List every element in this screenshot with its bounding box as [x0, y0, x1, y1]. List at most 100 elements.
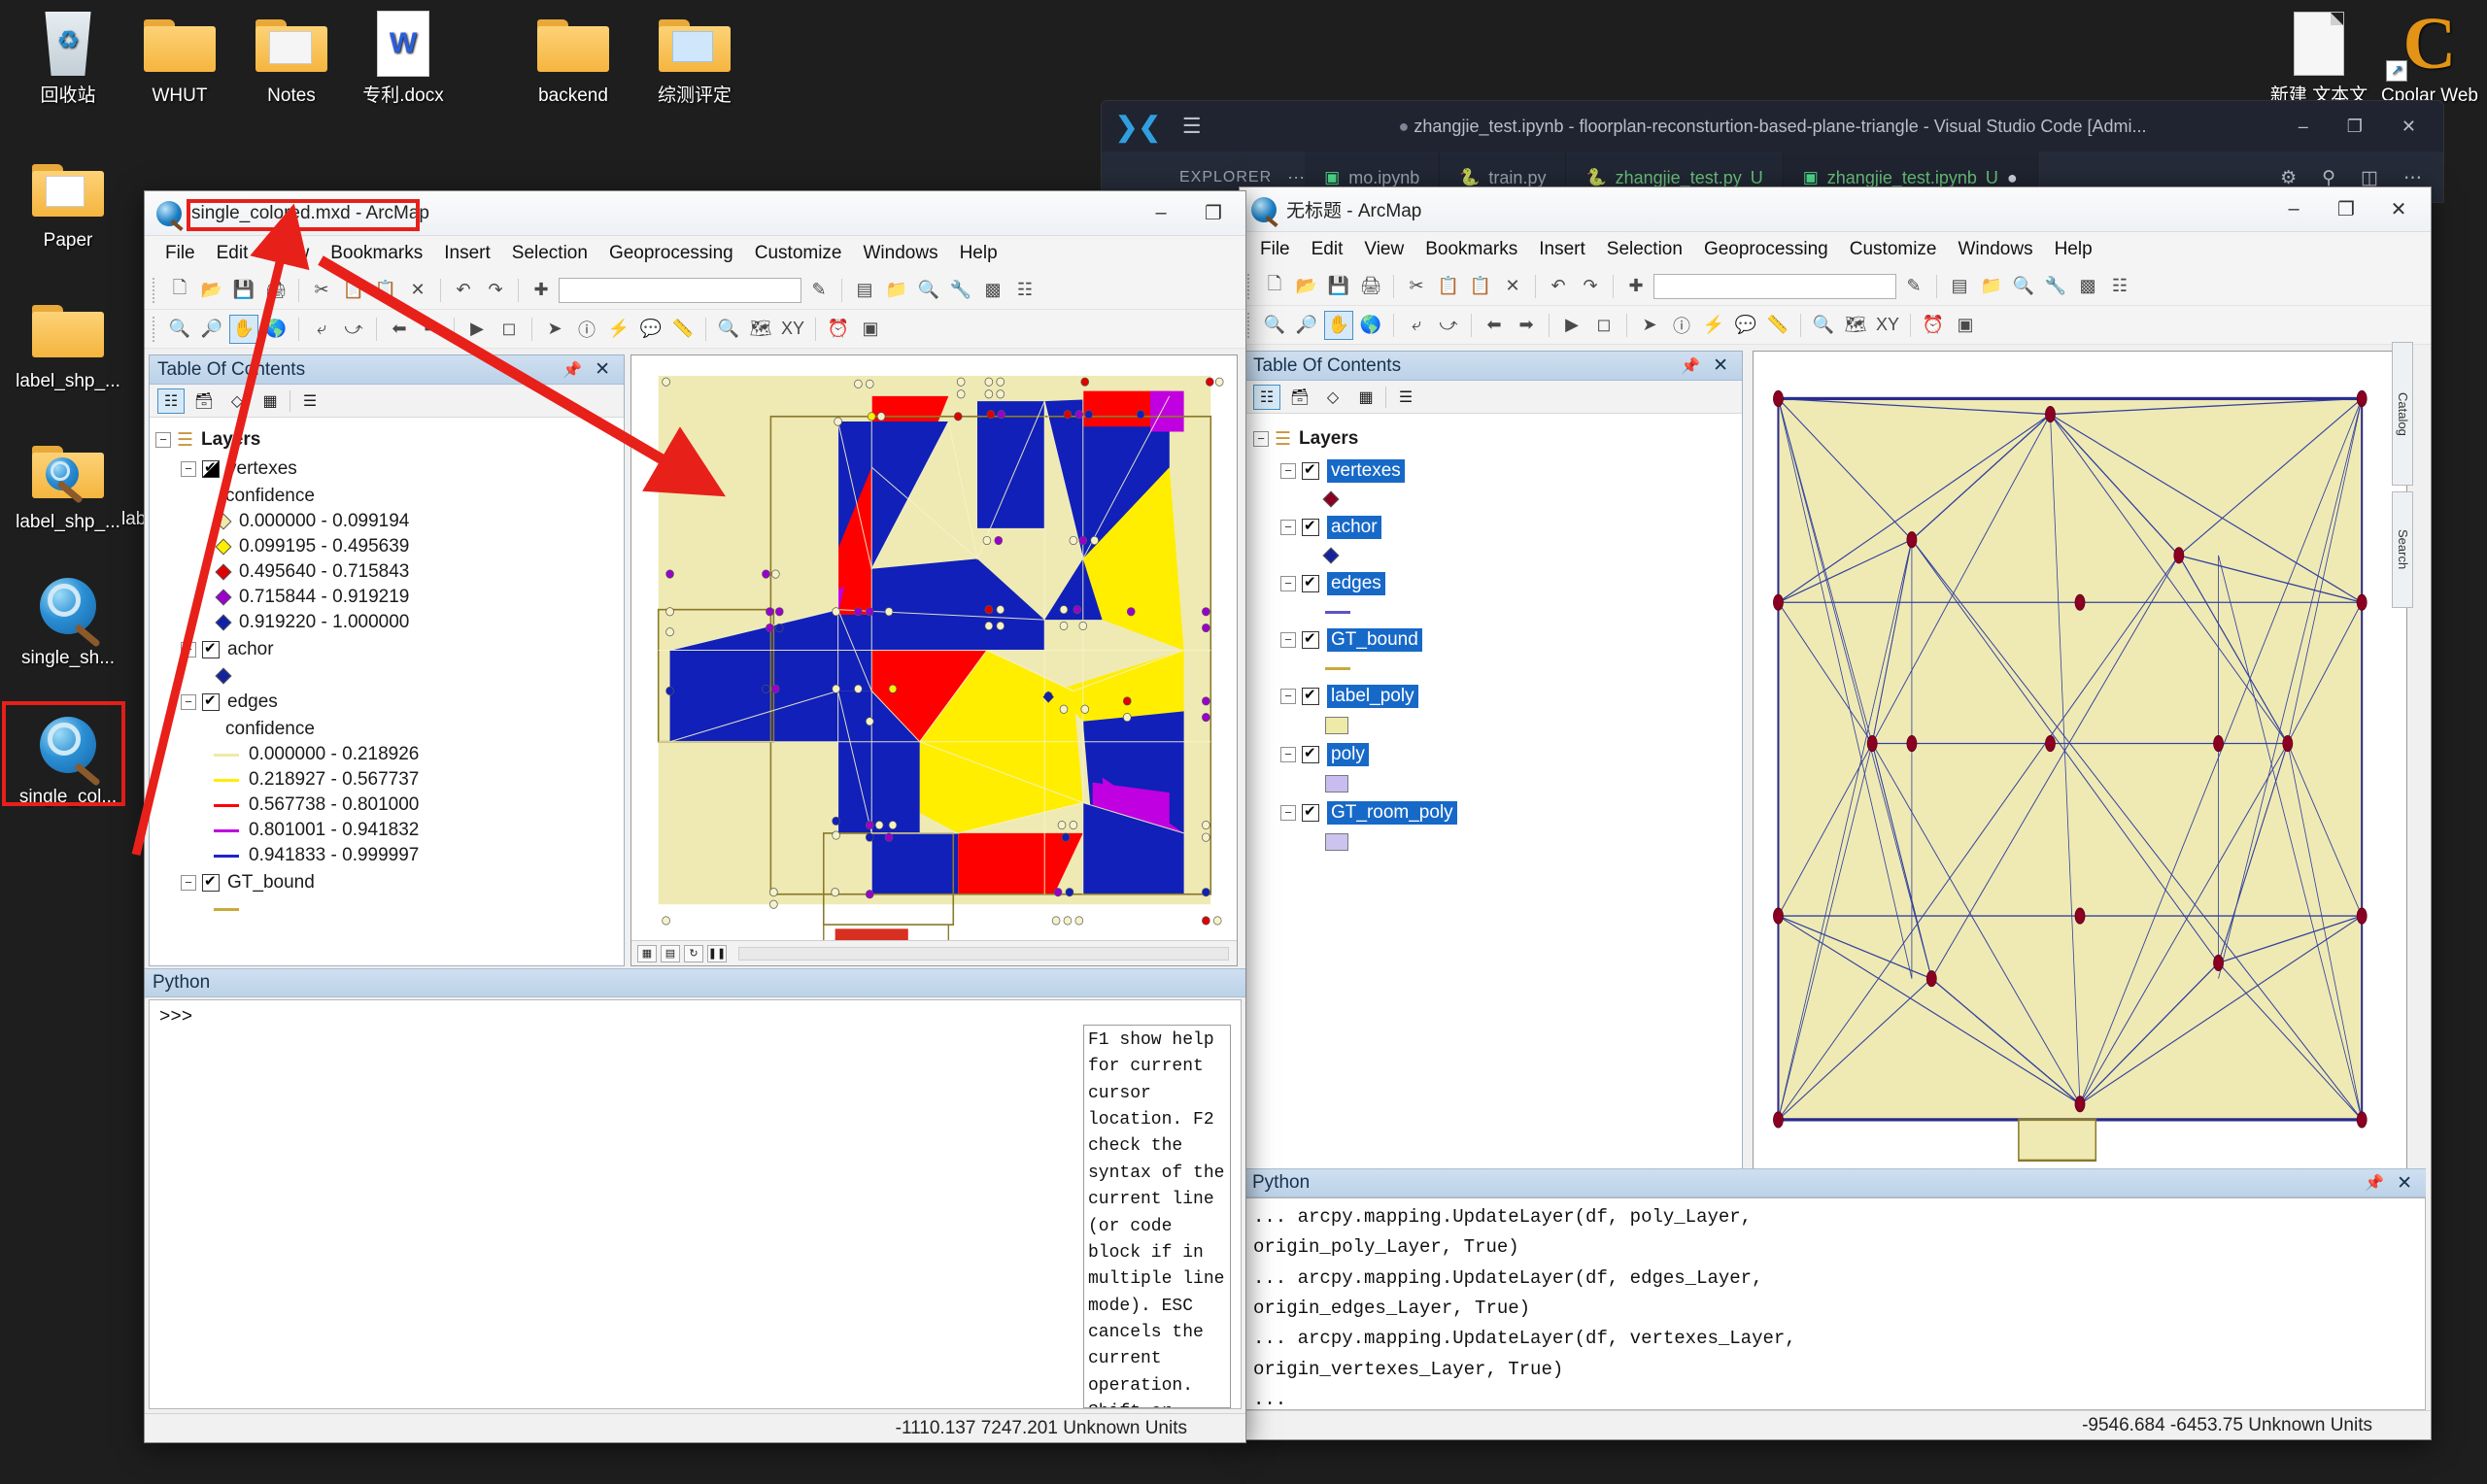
model-builder-icon[interactable]: ☷ [1010, 276, 1039, 305]
clear-selection-icon[interactable]: ◻ [1589, 311, 1618, 340]
toolbar-grip[interactable] [153, 316, 158, 342]
legend-class[interactable]: 0.567738 - 0.801000 [214, 793, 618, 818]
vscode-maximize-button[interactable]: ❐ [2347, 117, 2363, 137]
desktop-icon-label-shp-1[interactable]: label_shp_... [10, 291, 126, 392]
list-by-selection-icon[interactable]: ▦ [256, 388, 284, 414]
html-popup-icon[interactable]: 💬 [1731, 311, 1760, 340]
create-viewer-icon[interactable]: ▣ [1951, 311, 1980, 340]
arcmap-window-left[interactable]: single_colored.mxd - ArcMap – ❐ File Edi… [144, 190, 1246, 1443]
close-icon[interactable]: ✕ [1707, 354, 1734, 377]
arcmap-left-standard-toolbar[interactable]: 🗋 📂 💾 🖨 ✂ 📋 📋 ✕ ↶ ↷ ✚ ✎ ▤ 📁 🔍 🔧 ▩ ☷ [145, 271, 1245, 310]
zoom-out-icon[interactable]: 🔎 [197, 315, 226, 344]
explorer-more-icon[interactable]: ⋯ [1287, 168, 1305, 188]
redo-icon[interactable]: ↷ [1576, 272, 1605, 301]
editor-toolbar-icon[interactable]: ✎ [804, 276, 834, 305]
collapse-icon[interactable]: − [1280, 805, 1296, 821]
list-by-selection-icon[interactable]: ▦ [1352, 385, 1380, 410]
table-of-contents-icon[interactable]: ▤ [1945, 272, 1974, 301]
layer-checkbox[interactable] [1302, 744, 1319, 763]
legend-class[interactable]: 0.000000 - 0.218926 [214, 742, 618, 767]
layer-name[interactable]: GT_bound [1327, 628, 1422, 652]
menu-selection[interactable]: Selection [501, 239, 598, 268]
desktop-icon-new-text-file[interactable]: 新建 文本文 [2261, 6, 2377, 107]
layer-name[interactable]: GT_bound [227, 872, 315, 894]
desktop-icon-notes[interactable]: Notes [233, 6, 350, 107]
search-window-icon[interactable]: 🔍 [914, 276, 943, 305]
identify-icon[interactable]: ⓘ [572, 315, 601, 344]
legend-class[interactable]: 0.218927 - 0.567737 [214, 767, 618, 793]
desktop-icon-comprehensive[interactable]: 综测评定 [636, 6, 753, 107]
collapse-icon[interactable]: − [1280, 632, 1296, 648]
pause-drawing-button[interactable]: ❚❚ [707, 944, 727, 962]
select-features-icon[interactable]: ▶ [462, 315, 492, 344]
open-folder-icon[interactable]: 📂 [1292, 272, 1321, 301]
search-window-icon[interactable]: 🔍 [2009, 272, 2038, 301]
add-data-icon[interactable]: ✚ [1621, 272, 1651, 301]
options-icon[interactable]: ☰ [1392, 385, 1419, 410]
measure-icon[interactable]: 📏 [1763, 311, 1792, 340]
arctoolbox-icon[interactable]: 🔧 [946, 276, 975, 305]
time-slider-icon[interactable]: ⏰ [1919, 311, 1948, 340]
toc-layer-vertexes[interactable]: − vertexes [1280, 455, 1734, 511]
menu-view[interactable]: View [258, 239, 320, 268]
forward-extent-icon[interactable]: ➡ [417, 315, 446, 344]
python-window-icon[interactable]: ▩ [2073, 272, 2102, 301]
python-console-right[interactable]: ... arcpy.mapping.UpdateLayer(df, poly_L… [1244, 1197, 2426, 1410]
collapse-icon[interactable]: − [1280, 463, 1296, 479]
hamburger-menu-icon[interactable]: ☰ [1182, 114, 1202, 139]
fixed-zoom-in-icon[interactable]: ⤶ [307, 315, 336, 344]
back-extent-icon[interactable]: ⬅ [385, 315, 414, 344]
toc-layer-poly[interactable]: − poly [1280, 738, 1734, 796]
close-icon[interactable]: ✕ [2391, 1172, 2418, 1195]
collapse-icon[interactable]: − [181, 694, 196, 710]
select-features-icon[interactable]: ▶ [1557, 311, 1586, 340]
cut-icon[interactable]: ✂ [1402, 272, 1431, 301]
toc-layer-achor[interactable]: − achor [181, 635, 618, 688]
close-icon[interactable]: ✕ [589, 358, 616, 381]
close-button[interactable]: ✕ [2372, 188, 2425, 231]
clear-selection-icon[interactable]: ◻ [494, 315, 524, 344]
map-scale-combo[interactable] [1653, 273, 1896, 299]
arctoolbox-icon[interactable]: 🔧 [2041, 272, 2070, 301]
toc-toolbar[interactable]: ☷ 🗃 ◇ ▦ ☰ [150, 385, 624, 418]
desktop-icon-label-shp-2[interactable]: label_shp_... [10, 432, 126, 533]
save-icon[interactable]: 💾 [229, 276, 258, 305]
collapse-icon[interactable]: − [1253, 431, 1269, 447]
model-builder-icon[interactable]: ☷ [2105, 272, 2134, 301]
layer-checkbox[interactable] [1302, 802, 1319, 822]
menu-windows[interactable]: Windows [853, 239, 949, 268]
layer-checkbox[interactable] [202, 639, 220, 658]
catalog-icon[interactable]: 📁 [1977, 272, 2006, 301]
toc-tree-right[interactable]: − ☰ Layers − vertexes − achor [1245, 414, 1742, 864]
zoom-in-icon[interactable]: 🔍 [1260, 311, 1289, 340]
layer-name[interactable]: edges [227, 691, 278, 713]
copy-icon[interactable]: 📋 [1434, 272, 1463, 301]
arcmap-right-tools-toolbar[interactable]: 🔍 🔎 ✋ 🌎 ⤶ ⤻ ⬅ ➡ ▶ ◻ ➤ ⓘ ⚡ 💬 📏 🔍 🗺 XY ⏰ ▣ [1240, 306, 2431, 345]
undo-icon[interactable]: ↶ [1544, 272, 1573, 301]
desktop-icon-recycle-bin[interactable]: ♻ 回收站 [10, 6, 126, 107]
pin-icon[interactable]: 📌 [2358, 1173, 2391, 1193]
layer-name[interactable]: edges [1327, 572, 1385, 595]
cut-icon[interactable]: ✂ [307, 276, 336, 305]
hyperlink-icon[interactable]: ⚡ [604, 315, 633, 344]
arcmap-right-python-panel[interactable]: Python 📌 ✕ ... arcpy.mapping.UpdateLayer… [1244, 1168, 2426, 1410]
menu-geoprocessing[interactable]: Geoprocessing [1693, 235, 1839, 264]
collapse-icon[interactable]: − [1280, 576, 1296, 591]
toc-toolbar[interactable]: ☷ 🗃 ◇ ▦ ☰ [1245, 381, 1742, 414]
layer-checkbox[interactable] [202, 691, 220, 711]
layer-name[interactable]: achor [1327, 516, 1381, 539]
find-icon[interactable]: 🔍 [714, 315, 743, 344]
layer-name[interactable]: achor [227, 639, 274, 660]
find-route-icon[interactable]: 🗺 [1841, 311, 1870, 340]
arcmap-left-toc-panel[interactable]: Table Of Contents 📌 ✕ ☷ 🗃 ◇ ▦ ☰ − ☰ Laye… [149, 354, 625, 966]
layer-checkbox[interactable] [1302, 686, 1319, 705]
pan-icon[interactable]: ✋ [229, 314, 258, 344]
delete-icon[interactable]: ✕ [1498, 272, 1527, 301]
arcmap-left-python-panel[interactable]: Python >>> [145, 968, 1245, 1413]
go-to-xy-icon[interactable]: XY [1873, 311, 1902, 340]
toc-layer-edges[interactable]: − edges confidence 0.000000 - 0.218926 0… [181, 688, 618, 868]
redo-icon[interactable]: ↷ [481, 276, 510, 305]
fixed-zoom-in-icon[interactable]: ⤶ [1402, 311, 1431, 340]
undo-icon[interactable]: ↶ [449, 276, 478, 305]
desktop-icon-backend[interactable]: backend [515, 6, 631, 107]
